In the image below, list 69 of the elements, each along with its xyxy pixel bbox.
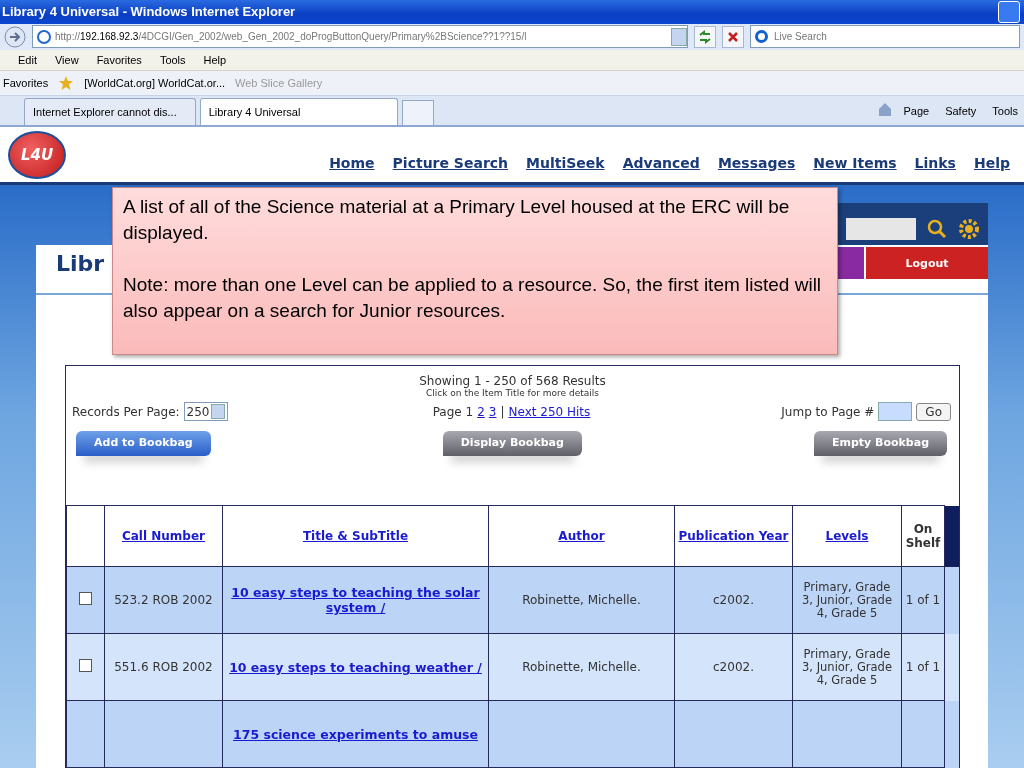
bookbag-button[interactable]: Empty Bookbag [813,431,947,456]
star-icon[interactable] [58,75,75,92]
page-link[interactable]: 3 [488,404,497,419]
nav-link[interactable]: Links [914,154,956,171]
on-shelf-cell: 1 of 1 [905,593,941,607]
author-cell: Robinette, Michelle. [522,593,641,607]
search-field[interactable] [846,218,916,240]
minimize-button[interactable] [998,1,1020,23]
year-cell: c2002. [713,593,754,607]
nav-link[interactable]: Messages [717,154,796,171]
author-cell: Robinette, Michelle. [522,660,641,674]
command-menu[interactable]: Page [903,104,930,117]
levels-cell: Primary, Grade 3, Junior, Grade 4, Grade 5 [802,579,892,620]
levels-cell: Primary, Grade 3, Junior, Grade 4, Grade 5 [802,646,892,687]
logout-button[interactable]: Logout [866,247,988,279]
nav-link[interactable]: Advanced [622,154,700,171]
sort-link[interactable]: Author [558,529,605,543]
row-checkbox[interactable] [79,659,92,672]
page-label: Page 1 [432,404,474,419]
next-page-link[interactable]: Next 250 Hits [508,404,591,419]
results-hint: Click on the Item Title for more details [425,388,600,398]
page-title: Libr [56,250,105,276]
browser-tab[interactable]: Internet Explorer cannot dis... [24,98,196,125]
menu-item[interactable]: Tools [159,53,186,66]
browser-tab[interactable]: Library 4 Universal [199,98,398,125]
menu-item[interactable]: View [54,53,79,66]
sort-link[interactable]: Levels [825,529,869,543]
call-number: 551.6 ROB 2002 [114,660,213,674]
forward-button[interactable] [4,25,26,48]
site-logo[interactable]: L4U [8,130,66,179]
nav-link[interactable]: Home [329,154,375,171]
nav-link[interactable]: MultiSeek [526,154,605,171]
records-select[interactable]: 250 [183,402,229,421]
search-field[interactable]: Live Search [750,25,1020,49]
callout-text: A list of all of the Science material at a Primary Level housed at the ERC will be displayed. [123,195,791,245]
page-link[interactable]: 2 [477,404,485,419]
bookbag-button[interactable]: Display Bookbag [442,431,582,456]
nav-link[interactable]: New Items [813,154,897,171]
window-title: Library 4 Universal - Windows Internet Explorer [2,4,297,20]
search-icon[interactable] [926,218,948,240]
results-count: Showing 1 - 250 of 568 Results [418,373,607,388]
stop-icon[interactable] [722,25,744,48]
go-button[interactable]: Go [916,402,951,421]
bookbag-button[interactable]: Add to Bookbag [76,431,211,456]
menu-item[interactable]: Favorites [96,53,142,66]
dropdown-button[interactable] [671,27,687,46]
call-number: 523.2 ROB 2002 [114,593,213,607]
new-tab-button[interactable] [401,100,434,125]
row-checkbox[interactable] [79,592,92,605]
address-field[interactable]: http://192.168.92.3/4DCGI/Gen_2002/web_Gen_2002_doProgButtonQuery/Primary%2BScience??1??15/l [32,25,688,49]
year-cell: c2002. [713,660,754,674]
favorites-button[interactable]: Favorites [3,77,49,90]
sort-link[interactable]: Call Number [121,529,205,543]
column-header: On Shelf [905,522,941,550]
refresh-icon[interactable] [694,25,716,48]
callout-text: Note: more than one Level can be applied to a resource. So, the first item listed will also appear on a search for Junior resources. [123,273,823,323]
sort-link[interactable]: Title & SubTitle [302,529,409,543]
nav-link[interactable]: Picture Search [392,154,509,171]
menu-item[interactable]: Help [203,53,227,66]
command-menu[interactable]: Safety [945,104,977,117]
jump-label: Jump to Page # [781,404,875,419]
page-input[interactable] [878,402,913,421]
command-menu[interactable]: Tools [992,104,1018,117]
favorite-link[interactable]: [WorldCat.org] WorldCat.or... [84,77,226,90]
separator: | [500,404,505,419]
nav-link[interactable]: Help [973,154,1010,171]
on-shelf-cell: 1 of 1 [905,660,941,674]
menu-item[interactable]: Edit [18,53,37,66]
records-label: Records Per Page: [72,404,180,419]
